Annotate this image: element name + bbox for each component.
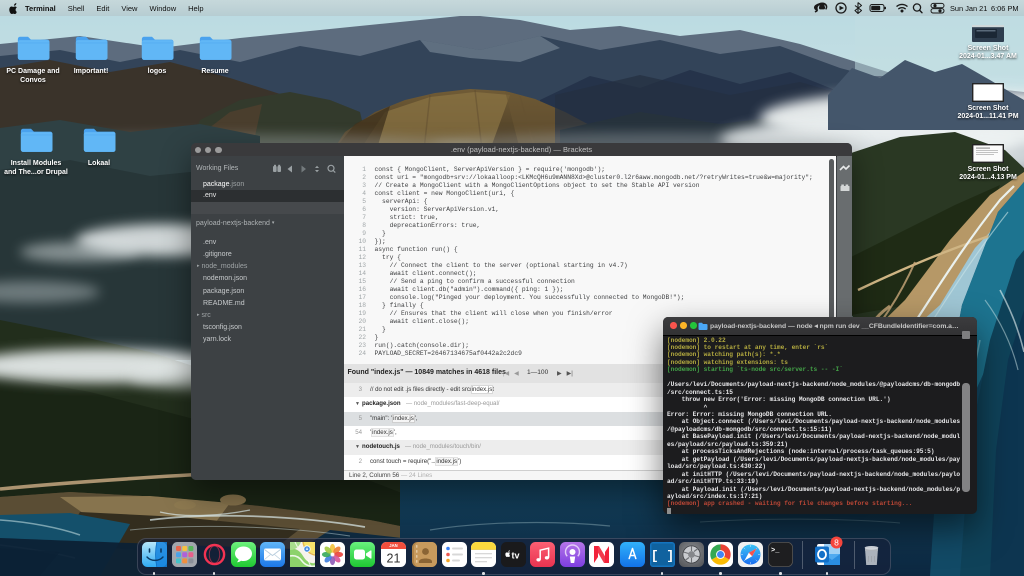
svg-text:6:06 PM: 6:06 PM xyxy=(991,4,1019,13)
svg-text:21: 21 xyxy=(387,552,401,566)
svg-text:8: 8 xyxy=(834,538,839,548)
svg-text:Sun Jan 21: Sun Jan 21 xyxy=(950,4,987,13)
svg-text:[ ]: [ ] xyxy=(650,549,673,564)
svg-text:JAN: JAN xyxy=(389,543,397,548)
svg-text:>_: >_ xyxy=(771,547,780,555)
svg-text:tv: tv xyxy=(511,551,519,561)
